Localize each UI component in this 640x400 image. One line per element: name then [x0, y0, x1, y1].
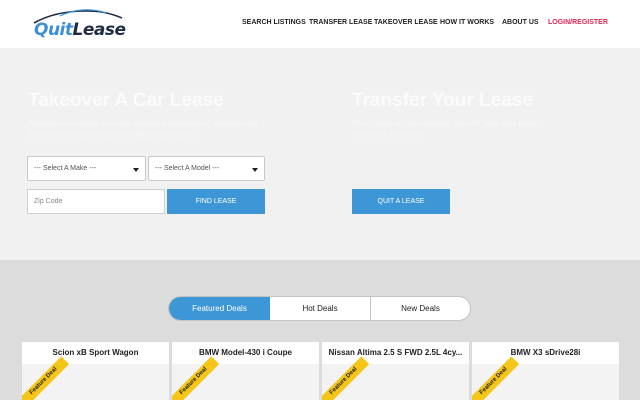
nav-search-listings[interactable]: SEARCH LISTINGS	[242, 19, 306, 26]
zip-code-placeholder: Zip Code	[34, 198, 63, 205]
model-select[interactable]: --- Select A Model ---	[148, 156, 265, 181]
chevron-down-icon	[133, 168, 139, 172]
transfer-title: Transfer Your Lease	[352, 90, 533, 111]
deals-section: Featured Deals Hot Deals New Deals Scion…	[0, 260, 640, 400]
make-select[interactable]: --- Select A Make ---	[27, 156, 146, 181]
model-select-value: --- Select A Model ---	[155, 165, 220, 172]
takeover-title: Takeover A Car Lease	[28, 90, 224, 111]
deal-card[interactable]: Scion xB Sport Wagon Feature Deal	[22, 342, 169, 400]
nav-login-register[interactable]: LOGIN/REGISTER	[548, 19, 608, 26]
deal-card[interactable]: BMW Model-430 i Coupe Feature Deal	[172, 342, 319, 400]
deals-tabs: Featured Deals Hot Deals New Deals	[168, 296, 471, 321]
make-select-value: --- Select A Make ---	[34, 165, 97, 172]
deal-card[interactable]: Nissan Altima 2.5 S FWD 2.5L 4cy... Feat…	[322, 342, 469, 400]
find-lease-button[interactable]: FIND LEASE	[167, 189, 265, 214]
tab-new-deals[interactable]: New Deals	[370, 297, 470, 320]
hero-section: Takeover A Car Lease Assume a car lease …	[0, 48, 640, 260]
deal-card[interactable]: BMW X3 sDrive28i Feature Deal	[472, 342, 619, 400]
deal-card-title[interactable]: BMW Model-430 i Coupe	[172, 348, 319, 357]
deal-card-title[interactable]: Scion xB Sport Wagon	[22, 348, 169, 357]
main-nav: SEARCH LISTINGS TRANSFER LEASE TAKEOVER …	[0, 19, 640, 29]
nav-about-us[interactable]: ABOUT US	[502, 19, 539, 26]
site-header: QuitLease SEARCH LISTINGS TRANSFER LEASE…	[0, 0, 640, 48]
tab-hot-deals[interactable]: Hot Deals	[270, 297, 370, 320]
chevron-down-icon	[252, 168, 258, 172]
takeover-subtitle: Assume a car lease from our extensive da…	[28, 119, 258, 139]
zip-code-input[interactable]: Zip Code	[27, 189, 165, 214]
nav-transfer-lease[interactable]: TRANSFER LEASE	[309, 19, 372, 26]
nav-how-it-works[interactable]: HOW IT WORKS	[440, 19, 494, 26]
deal-card-title[interactable]: Nissan Altima 2.5 S FWD 2.5L 4cy...	[322, 348, 469, 357]
quit-a-lease-button[interactable]: QUIT A LEASE	[352, 189, 450, 214]
nav-takeover-lease[interactable]: TAKEOVER LEASE	[374, 19, 438, 26]
tab-featured-deals[interactable]: Featured Deals	[169, 297, 270, 320]
deal-card-title[interactable]: BMW X3 sDrive28i	[472, 348, 619, 357]
transfer-subtitle: Don't move on the calendar, transfer you…	[352, 119, 538, 139]
